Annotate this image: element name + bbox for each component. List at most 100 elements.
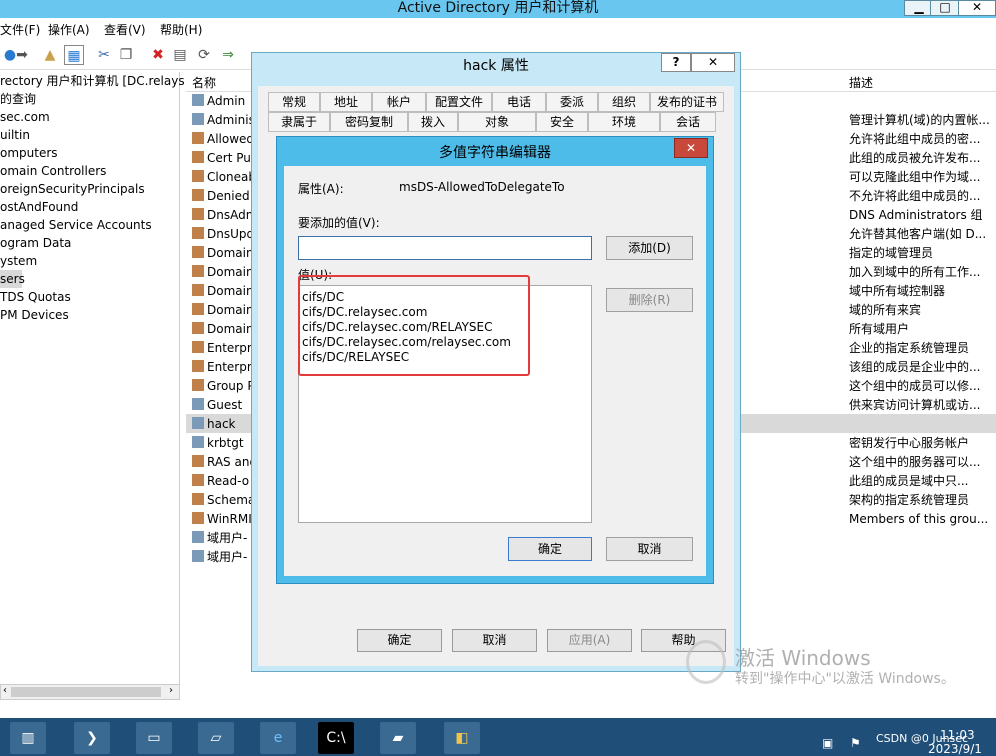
list-item[interactable]: Denied (192, 187, 250, 206)
flag-icon[interactable]: ⚑ (850, 736, 861, 750)
multivalue-close-button[interactable]: ✕ (674, 138, 708, 158)
column-desc-header[interactable]: 描述 (849, 74, 873, 91)
list-item[interactable]: RAS and (192, 453, 257, 472)
list-item[interactable]: Guest (192, 396, 242, 415)
cmd-icon[interactable]: C:\ (318, 722, 354, 754)
list-item[interactable]: DnsAdm (192, 206, 257, 225)
tree-item-tpm-devices[interactable]: PM Devices (0, 306, 69, 324)
list-item[interactable]: krbtgt (192, 434, 244, 453)
network-icon[interactable]: ▣ (822, 736, 833, 750)
tree-item-users[interactable]: sers (0, 270, 25, 288)
properties-cancel-button[interactable]: 取消 (452, 629, 537, 652)
up-folder-icon[interactable]: ▲ (40, 45, 60, 65)
list-item[interactable]: Read-o (192, 472, 249, 491)
notes-icon[interactable]: ▱ (198, 722, 234, 754)
scroll-right-icon[interactable]: › (169, 685, 173, 696)
list-item[interactable]: hack (192, 415, 236, 434)
tab-security[interactable]: 安全 (536, 112, 588, 132)
tab-published-certificates[interactable]: 发布的证书 (650, 92, 724, 112)
properties-ok-button[interactable]: 确定 (357, 629, 442, 652)
menu-help[interactable]: 帮助(H) (160, 21, 202, 38)
multivalue-ok-button[interactable]: 确定 (508, 537, 592, 561)
tab-general[interactable]: 常规 (268, 92, 320, 112)
tab-sessions[interactable]: 会话 (660, 112, 716, 132)
menu-view[interactable]: 查看(V) (104, 21, 146, 38)
forward-icon[interactable]: ➡ (12, 45, 32, 65)
properties-close-button[interactable]: ✕ (691, 53, 735, 72)
tree-item-root[interactable]: rectory 用户和计算机 [DC.relays (0, 72, 185, 90)
export-icon[interactable]: ⇒ (218, 45, 238, 65)
remove-button[interactable]: 删除(R) (606, 288, 693, 312)
tree-item-computers[interactable]: omputers (0, 144, 58, 162)
refresh-icon[interactable]: ⟳ (194, 45, 214, 65)
tree-item-saved-queries[interactable]: 的查询 (0, 90, 36, 108)
list-item[interactable]: Group P (192, 377, 255, 396)
tab-organization[interactable]: 组织 (598, 92, 650, 112)
clock-date[interactable]: 2023/9/1 (928, 742, 982, 756)
tab-member-of[interactable]: 隶属于 (268, 112, 330, 132)
tree-item-managed-service-accounts[interactable]: anaged Service Accounts (0, 216, 152, 234)
menu-file[interactable]: 文件(F) (0, 21, 40, 38)
powershell-icon[interactable]: ❯ (74, 722, 110, 754)
tab-delegation[interactable]: 委派 (546, 92, 598, 112)
app-title: Active Directory 用户和计算机 (397, 0, 599, 16)
tree-item-ntds-quotas[interactable]: TDS Quotas (0, 288, 71, 306)
scroll-thumb[interactable] (11, 687, 161, 697)
tree-item-domain-controllers[interactable]: omain Controllers (0, 162, 106, 180)
maximize-button[interactable]: □ (930, 0, 960, 16)
list-item[interactable]: Domain (192, 320, 254, 339)
tree-item-domain[interactable]: sec.com (0, 108, 50, 126)
tab-account[interactable]: 帐户 (372, 92, 426, 112)
tab-profile[interactable]: 配置文件 (426, 92, 492, 112)
scroll-left-icon[interactable]: ‹ (3, 685, 7, 696)
list-item[interactable]: Adminis (192, 111, 255, 130)
properties-apply-button[interactable]: 应用(A) (547, 629, 632, 652)
tab-object[interactable]: 对象 (458, 112, 536, 132)
book-icon[interactable]: ◧ (444, 722, 480, 754)
add-button[interactable]: 添加(D) (606, 236, 693, 260)
list-item[interactable]: Allowed (192, 130, 254, 149)
multivalue-cancel-button[interactable]: 取消 (606, 537, 693, 561)
add-value-input[interactable] (298, 236, 592, 260)
properties-icon[interactable]: ▤ (170, 45, 190, 65)
tab-address[interactable]: 地址 (320, 92, 372, 112)
group-icon (192, 189, 204, 201)
tab-password-replication[interactable]: 密码复制 (330, 112, 408, 132)
copy-icon[interactable]: ❐ (116, 45, 136, 65)
list-item[interactable]: Enterpr (192, 339, 252, 358)
tab-telephones[interactable]: 电话 (492, 92, 546, 112)
cut-icon[interactable]: ✂ (94, 45, 114, 65)
list-item[interactable]: 域用户- (192, 529, 247, 548)
list-item[interactable]: Admin (192, 92, 245, 111)
tree-item-builtin[interactable]: uiltin (0, 126, 30, 144)
list-item[interactable]: Domain (192, 244, 254, 263)
list-item[interactable]: Cert Pul (192, 149, 254, 168)
close-button[interactable]: ✕ (958, 0, 996, 16)
tree-item-lost-and-found[interactable]: ostAndFound (0, 198, 78, 216)
tab-environment[interactable]: 环境 (588, 112, 660, 132)
menu-action[interactable]: 操作(A) (48, 21, 90, 38)
clock-time[interactable]: 11:03 (940, 728, 975, 742)
file-explorer-icon[interactable]: ▭ (136, 722, 172, 754)
tree-horizontal-scrollbar[interactable]: ‹ › (0, 684, 180, 700)
tree-item-system[interactable]: ystem (0, 252, 37, 270)
list-item[interactable]: Domain (192, 282, 254, 301)
internet-explorer-icon[interactable]: e (260, 722, 296, 754)
server-manager-icon[interactable]: ▥ (10, 722, 46, 754)
list-item[interactable]: Domain (192, 263, 254, 282)
delete-icon[interactable]: ✖ (148, 45, 168, 65)
list-item[interactable]: DnsUpd (192, 225, 254, 244)
list-item[interactable]: 域用户- (192, 548, 247, 567)
tree-item-foreign-security-principals[interactable]: oreignSecurityPrincipals (0, 180, 145, 198)
tree-item-program-data[interactable]: ogram Data (0, 234, 71, 252)
list-item[interactable]: Enterpr (192, 358, 252, 377)
list-item[interactable]: Cloneab (192, 168, 256, 187)
list-item[interactable]: Domain (192, 301, 254, 320)
console-tree-icon[interactable]: ▦ (64, 45, 84, 65)
ad-users-icon[interactable]: ▰ (380, 722, 416, 754)
help-button[interactable]: ? (661, 53, 691, 72)
column-name-header[interactable]: 名称 (192, 74, 216, 91)
tab-dial-in[interactable]: 拨入 (408, 112, 458, 132)
list-item[interactable]: WinRMI (192, 510, 252, 529)
list-item[interactable]: Schema (192, 491, 255, 510)
